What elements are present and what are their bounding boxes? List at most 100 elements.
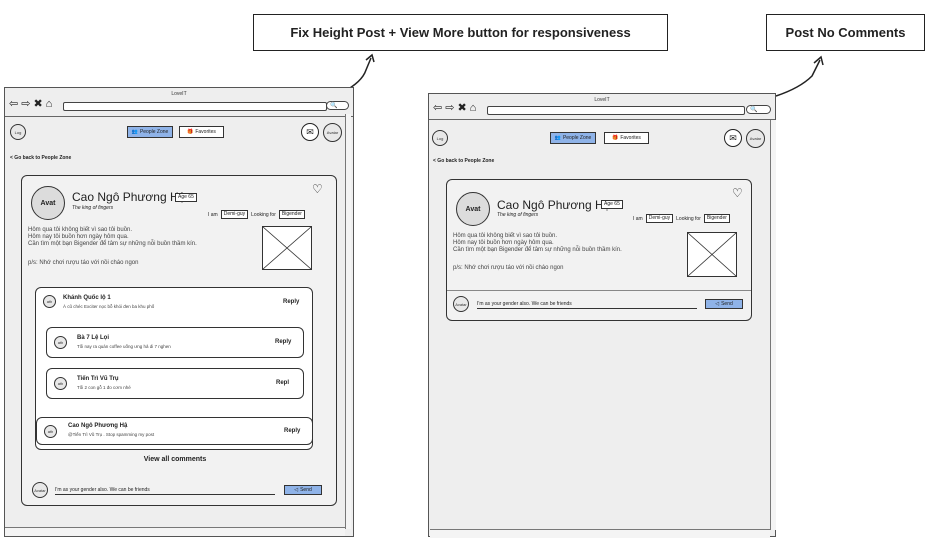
user-avatar[interactable]: Avatar	[746, 129, 765, 148]
home-icon[interactable]: ⌂	[470, 103, 477, 114]
comment-text: @Tiến Trì Vũ Trụ . Stop spamming my post	[68, 432, 155, 437]
composer-avatar[interactable]: Avatar	[32, 482, 48, 498]
comment-avatar[interactable]: ath	[44, 425, 57, 438]
post-author-name[interactable]: Cao Ngô Phương Hậu	[72, 190, 192, 204]
comment-avatar-label: ath	[47, 429, 54, 434]
composer-divider	[447, 290, 751, 291]
tab-favorites[interactable]: 🎁 Favorites	[179, 126, 224, 138]
post-line: p/s: Nhớ chơi rượu táo với nồi cháo ngon	[28, 260, 139, 266]
url-bar[interactable]	[63, 102, 327, 111]
post-line: Hôm nay tôi buồn hơn ngày hôm qua.	[453, 240, 554, 246]
comment-author[interactable]: Tiến Trì Vũ Trụ	[77, 376, 119, 382]
horizontal-scrollbar[interactable]	[5, 527, 345, 536]
post-author-tagline: The king of fingers	[72, 205, 114, 211]
post-line: Hôm qua tôi không biết vì sao tôi buồn.	[453, 233, 558, 239]
i-am-label: I am	[633, 215, 643, 222]
send-button[interactable]: ◁ Send	[284, 485, 322, 495]
looking-for-value: Bigender	[278, 210, 305, 219]
reply-button[interactable]: Reply	[283, 299, 299, 305]
forward-arrow-icon[interactable]: ⇨	[21, 99, 30, 110]
close-icon[interactable]: ✖	[33, 99, 42, 110]
image-placeholder-icon	[687, 232, 737, 277]
gift-icon: 🎁	[187, 129, 194, 135]
post-line: Cần tìm một bạn Bigender để tâm sự những…	[453, 247, 622, 253]
search-box[interactable]: 🔍	[746, 105, 771, 114]
comment-text: À cũ chéc Exciter nọc bỗ khói đen ba khu…	[63, 304, 155, 309]
login-avatar-label: Log	[14, 129, 22, 135]
toolbar-divider	[429, 119, 775, 120]
back-link[interactable]: < Go back to People Zone	[433, 158, 494, 164]
forward-arrow-icon[interactable]: ⇨	[445, 103, 454, 114]
comment-avatar[interactable]: ath	[54, 377, 67, 390]
comment-avatar[interactable]: ath	[54, 336, 67, 349]
comment-input[interactable]: I'm as your gender also. We can be frien…	[55, 486, 275, 495]
post-line: Cần tìm một bạn Bigender để tâm sự những…	[28, 241, 197, 247]
post-image[interactable]	[687, 232, 737, 277]
post-author-tagline: The king of fingers	[497, 212, 539, 218]
user-avatar[interactable]: Avatar	[323, 123, 342, 142]
reply-button[interactable]: Reply	[275, 339, 291, 345]
search-box[interactable]: 🔍	[326, 101, 349, 110]
nav-buttons: ⇦ ⇨ ✖ ⌂	[9, 99, 52, 110]
post-line: Hôm qua tôi không biết vì sao tôi buồn.	[28, 227, 133, 233]
post-card: Avat Cao Ngô Phương Hậu Age 65 The king …	[446, 179, 752, 321]
messages-icon[interactable]: ✉	[301, 123, 319, 141]
toolbar-divider	[5, 116, 353, 117]
composer-avatar[interactable]: Avatar	[453, 296, 469, 312]
login-avatar[interactable]: Log	[10, 124, 26, 140]
window-title: LoveIT	[594, 97, 610, 103]
view-all-comments-button[interactable]: View all comments	[120, 456, 230, 463]
back-arrow-icon[interactable]: ⇦	[9, 99, 18, 110]
post-line: p/s: Nhớ chơi rượu táo với nồi cháo ngon	[453, 265, 564, 271]
mail-icon: ✉	[306, 126, 314, 137]
age-badge: Age 65	[601, 200, 623, 209]
comment-avatar-label: ath	[57, 381, 64, 386]
mail-icon: ✉	[729, 132, 737, 143]
identity-row: I am Demi-guy Looking for Bigender	[633, 214, 730, 223]
comment-author[interactable]: Cao Ngô Phương Hậ	[68, 423, 127, 429]
back-link[interactable]: < Go back to People Zone	[10, 155, 71, 161]
messages-icon[interactable]: ✉	[724, 129, 742, 147]
i-am-value: Demi-guy	[220, 210, 249, 219]
send-button-label: Send	[300, 487, 312, 493]
back-arrow-icon[interactable]: ⇦	[433, 103, 442, 114]
window-title: LoveIT	[171, 91, 187, 97]
browser-window-right: LoveIT ⇦ ⇨ ✖ ⌂ 🔍 Log 👥 People Zone 🎁 Fav…	[428, 93, 776, 538]
heart-icon[interactable]: ♡	[732, 187, 743, 199]
send-button[interactable]: ◁ Send	[705, 299, 743, 309]
comment-author[interactable]: Khánh Quốc lộ 1	[63, 295, 111, 301]
i-am-label: I am	[208, 211, 218, 218]
home-icon[interactable]: ⌂	[46, 99, 53, 110]
post-author-avatar[interactable]: Avat	[456, 192, 490, 226]
comment-author[interactable]: Bà 7 Lệ Lọi	[77, 335, 109, 341]
people-icon: 👥	[554, 135, 561, 141]
tab-favorites-label: Favorites	[195, 129, 216, 135]
horizontal-scrollbar[interactable]	[430, 529, 770, 538]
post-author-avatar-label: Avat	[465, 205, 481, 213]
tab-people-zone-label: People Zone	[139, 129, 169, 135]
post-image[interactable]	[262, 226, 312, 270]
tab-people-zone[interactable]: 👥 People Zone	[127, 126, 173, 138]
gift-icon: 🎁	[612, 135, 619, 141]
heart-icon[interactable]: ♡	[312, 183, 323, 195]
reply-button[interactable]: Reply	[284, 428, 300, 434]
looking-for-value: Bigender	[703, 214, 730, 223]
reply-button[interactable]: Repl	[276, 380, 289, 386]
reply-item: ath Bà 7 Lệ Lọi Tối nay ra quán coffee u…	[46, 327, 304, 358]
url-bar[interactable]	[487, 106, 745, 115]
tab-people-zone[interactable]: 👥 People Zone	[550, 132, 596, 144]
i-am-value: Demi-guy	[645, 214, 674, 223]
comment-input[interactable]: I'm as your gender also. We can be frien…	[477, 300, 697, 309]
composer-avatar-label: Avatar	[34, 487, 46, 493]
vertical-scrollbar[interactable]	[770, 120, 776, 530]
comment-text: Tối 2 con gỗ 1 đo cơm nhé	[77, 385, 131, 390]
close-icon[interactable]: ✖	[457, 103, 466, 114]
post-author-avatar[interactable]: Avat	[31, 186, 65, 220]
vertical-scrollbar[interactable]	[345, 114, 351, 529]
user-avatar-label: Avatar	[326, 130, 339, 135]
post-author-name[interactable]: Cao Ngô Phương Hậu	[497, 198, 617, 212]
tab-favorites[interactable]: 🎁 Favorites	[604, 132, 649, 144]
login-avatar[interactable]: Log	[432, 130, 448, 146]
comment-avatar[interactable]: ath	[43, 295, 56, 308]
nav-buttons: ⇦ ⇨ ✖ ⌂	[433, 103, 476, 114]
